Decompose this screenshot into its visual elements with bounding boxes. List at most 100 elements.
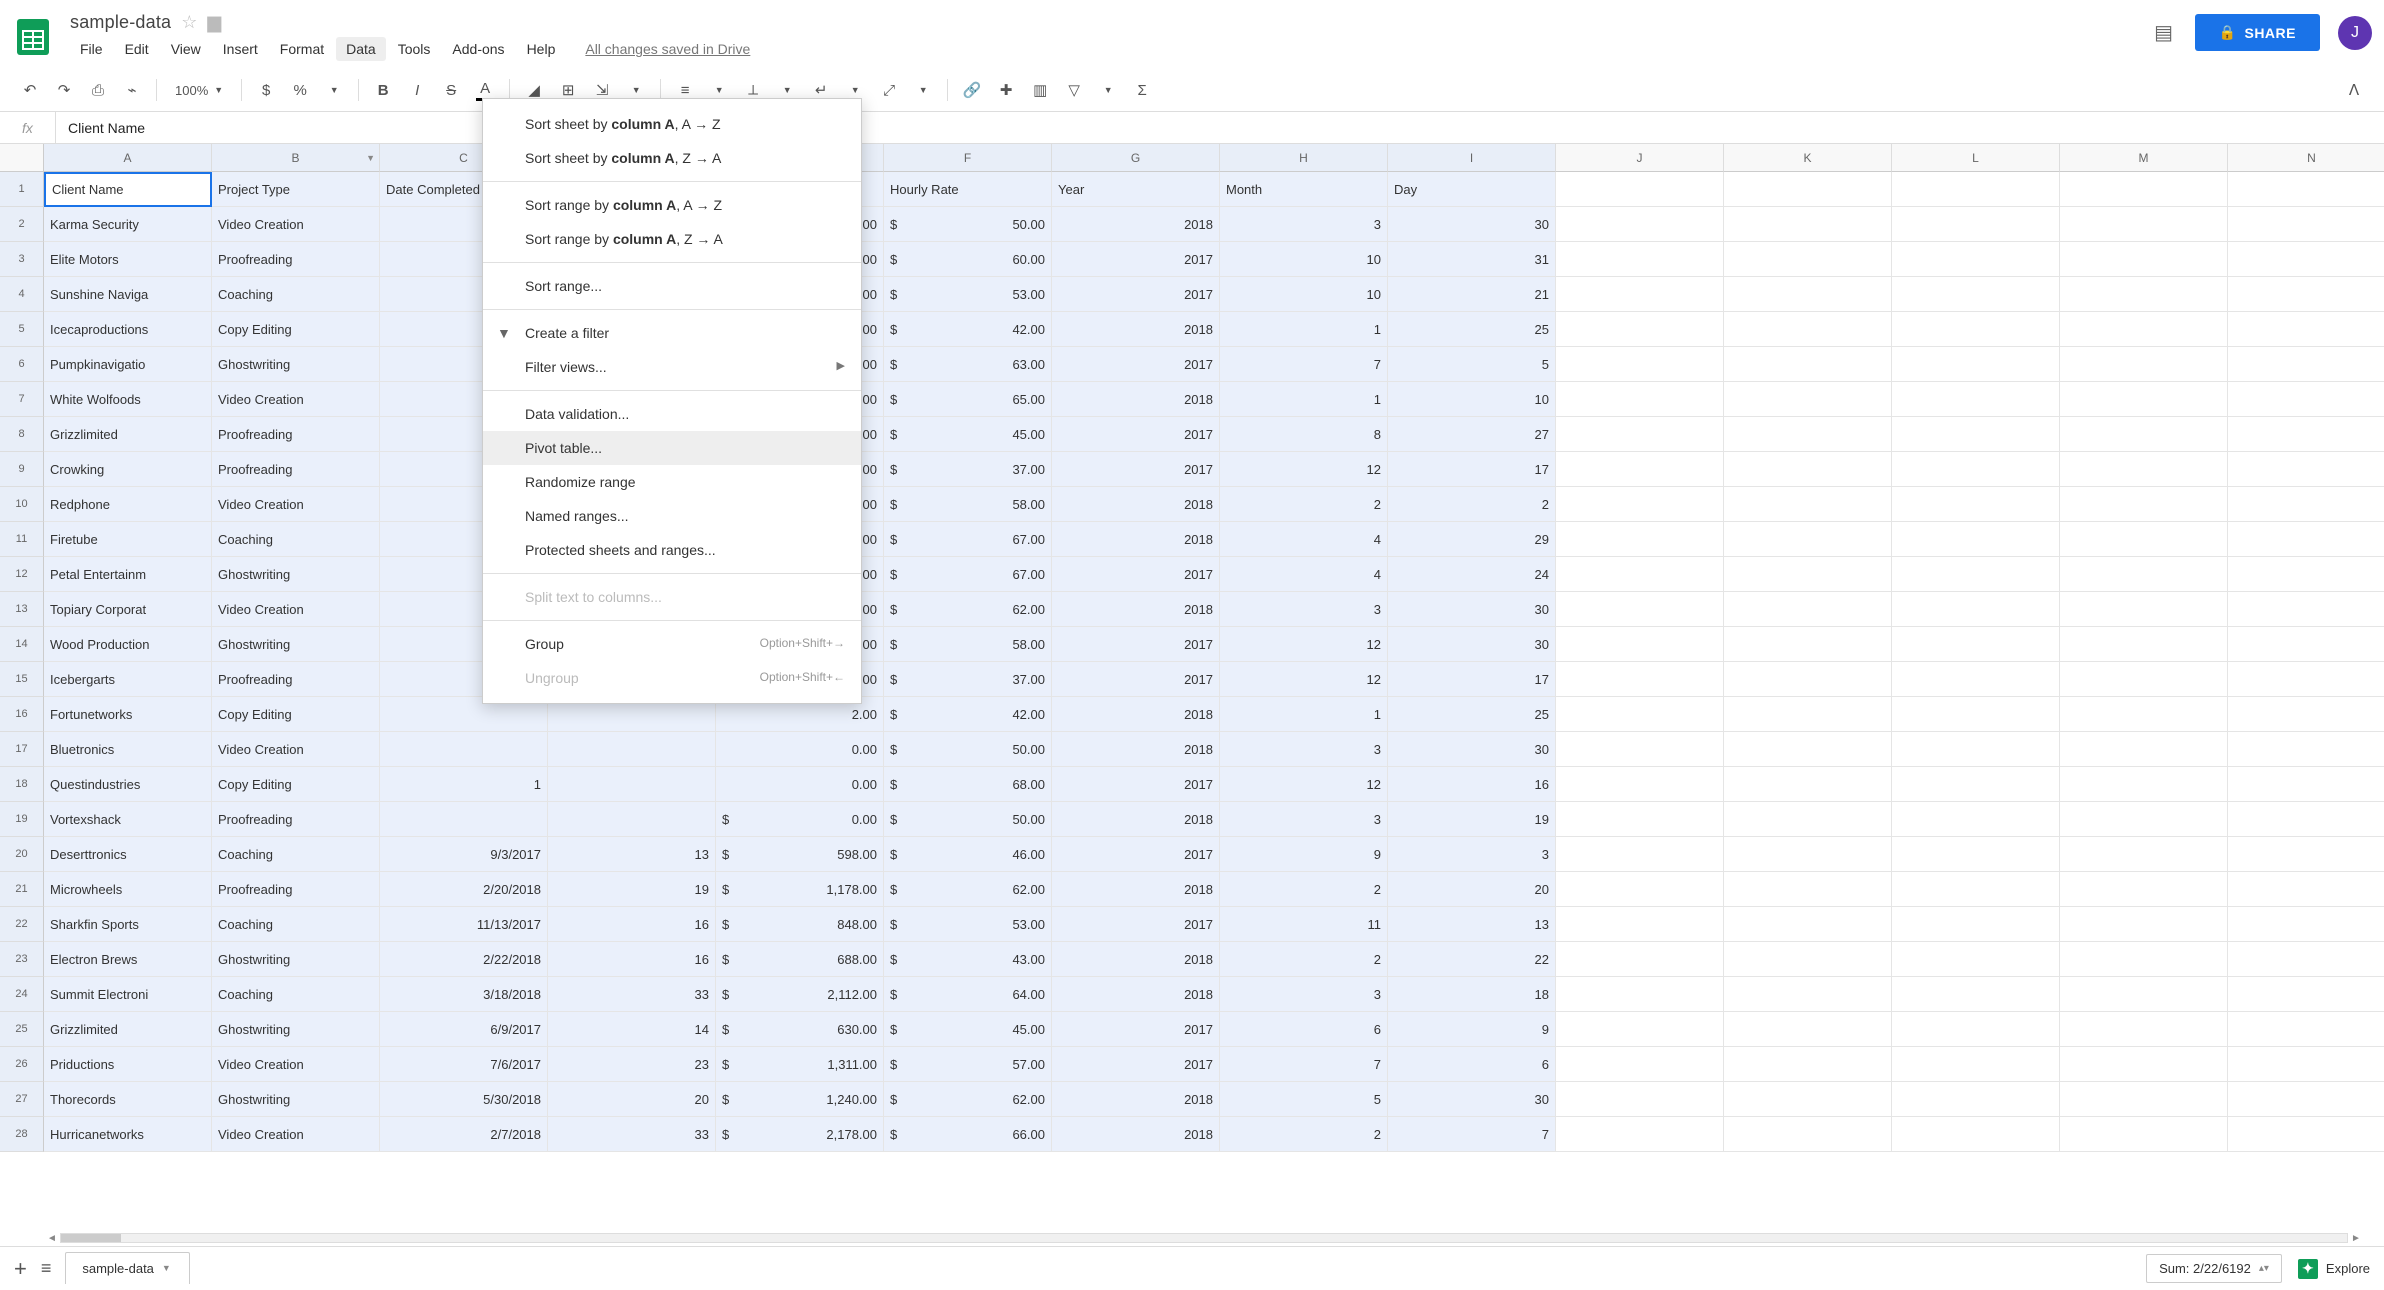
rotate-button[interactable]: ⤢ bbox=[873, 75, 905, 105]
cell[interactable] bbox=[2228, 1047, 2384, 1082]
col-header-I[interactable]: I bbox=[1388, 144, 1556, 172]
cell[interactable] bbox=[2228, 1082, 2384, 1117]
cell[interactable]: Proofreading bbox=[212, 662, 380, 697]
row-header-6[interactable]: 6 bbox=[0, 347, 44, 382]
cell[interactable]: $630.00 bbox=[716, 1012, 884, 1047]
cell[interactable]: 18 bbox=[1388, 977, 1556, 1012]
row-header-28[interactable]: 28 bbox=[0, 1117, 44, 1152]
cell[interactable]: 2 bbox=[1388, 487, 1556, 522]
cell[interactable]: Icebergarts bbox=[44, 662, 212, 697]
cell[interactable] bbox=[2228, 417, 2384, 452]
cell[interactable]: 33 bbox=[548, 1117, 716, 1152]
cell[interactable]: 6 bbox=[1388, 1047, 1556, 1082]
cell[interactable]: 20 bbox=[1388, 872, 1556, 907]
cell[interactable] bbox=[2228, 697, 2384, 732]
cell[interactable] bbox=[2060, 592, 2228, 627]
cell[interactable]: $688.00 bbox=[716, 942, 884, 977]
cell[interactable] bbox=[1892, 767, 2060, 802]
cell[interactable]: 9 bbox=[1388, 1012, 1556, 1047]
cell[interactable] bbox=[1724, 207, 1892, 242]
col-header-F[interactable]: F bbox=[884, 144, 1052, 172]
redo-button[interactable]: ↷ bbox=[48, 75, 80, 105]
cell[interactable]: Vortexshack bbox=[44, 802, 212, 837]
cell[interactable]: 20 bbox=[548, 1082, 716, 1117]
cell[interactable] bbox=[2228, 662, 2384, 697]
cell[interactable] bbox=[1724, 487, 1892, 522]
doc-title[interactable]: sample-data bbox=[70, 12, 171, 33]
cell[interactable]: Video Creation bbox=[212, 487, 380, 522]
row-header-4[interactable]: 4 bbox=[0, 277, 44, 312]
menu-help[interactable]: Help bbox=[517, 37, 566, 61]
cell[interactable]: $58.00 bbox=[884, 627, 1052, 662]
cell[interactable]: 13 bbox=[548, 837, 716, 872]
cell[interactable] bbox=[2228, 802, 2384, 837]
cell[interactable]: $37.00 bbox=[884, 662, 1052, 697]
formula-input[interactable]: Client Name bbox=[56, 120, 2384, 136]
cell[interactable] bbox=[2228, 627, 2384, 662]
collapse-toolbar-button[interactable]: ᐱ bbox=[2338, 75, 2370, 105]
row-header-20[interactable]: 20 bbox=[0, 837, 44, 872]
filter-dd[interactable]: ▼ bbox=[1092, 75, 1124, 105]
cell[interactable]: 2018 bbox=[1052, 977, 1220, 1012]
cell[interactable]: 3 bbox=[1220, 207, 1388, 242]
row-header-25[interactable]: 25 bbox=[0, 1012, 44, 1047]
row-header-16[interactable]: 16 bbox=[0, 697, 44, 732]
cell[interactable]: 3 bbox=[1220, 802, 1388, 837]
cell[interactable] bbox=[1724, 277, 1892, 312]
cell[interactable] bbox=[1556, 1117, 1724, 1152]
menu-item[interactable]: Named ranges... bbox=[483, 499, 861, 533]
cell[interactable] bbox=[1724, 1117, 1892, 1152]
cell[interactable] bbox=[1556, 872, 1724, 907]
cell[interactable] bbox=[548, 732, 716, 767]
menu-tools[interactable]: Tools bbox=[388, 37, 441, 61]
cell[interactable]: $37.00 bbox=[884, 452, 1052, 487]
cell[interactable]: 7 bbox=[1388, 1117, 1556, 1152]
cell[interactable]: $62.00 bbox=[884, 872, 1052, 907]
cell[interactable] bbox=[2060, 522, 2228, 557]
cell[interactable] bbox=[2228, 837, 2384, 872]
cell[interactable]: Petal Entertainm bbox=[44, 557, 212, 592]
menu-item[interactable]: Create a filter▼ bbox=[483, 316, 861, 350]
cell[interactable] bbox=[1724, 767, 1892, 802]
cell[interactable] bbox=[2060, 872, 2228, 907]
cell[interactable]: Proofreading bbox=[212, 417, 380, 452]
cell[interactable] bbox=[2228, 452, 2384, 487]
cell[interactable]: $43.00 bbox=[884, 942, 1052, 977]
cell[interactable]: Deserttronics bbox=[44, 837, 212, 872]
row-header-2[interactable]: 2 bbox=[0, 207, 44, 242]
row-header-24[interactable]: 24 bbox=[0, 977, 44, 1012]
cell[interactable] bbox=[1724, 522, 1892, 557]
cell[interactable]: 30 bbox=[1388, 207, 1556, 242]
cell[interactable] bbox=[1556, 487, 1724, 522]
cell[interactable] bbox=[1556, 802, 1724, 837]
cell[interactable] bbox=[2060, 802, 2228, 837]
cell[interactable]: 2018 bbox=[1052, 732, 1220, 767]
cell[interactable]: 2017 bbox=[1052, 557, 1220, 592]
cell[interactable]: 2017 bbox=[1052, 1012, 1220, 1047]
cell[interactable]: Hourly Rate bbox=[884, 172, 1052, 207]
cell[interactable] bbox=[1556, 522, 1724, 557]
cell[interactable] bbox=[2060, 557, 2228, 592]
cell[interactable]: 25 bbox=[1388, 697, 1556, 732]
row-header-1[interactable]: 1 bbox=[0, 172, 44, 207]
cell[interactable]: 14 bbox=[548, 1012, 716, 1047]
cell[interactable] bbox=[1892, 1117, 2060, 1152]
cell[interactable] bbox=[2060, 487, 2228, 522]
cell[interactable]: 3 bbox=[1220, 977, 1388, 1012]
cell[interactable]: $53.00 bbox=[884, 907, 1052, 942]
cell[interactable]: Electron Brews bbox=[44, 942, 212, 977]
cell[interactable]: 1 bbox=[1220, 312, 1388, 347]
cell[interactable] bbox=[1724, 872, 1892, 907]
cell[interactable]: 2018 bbox=[1052, 697, 1220, 732]
cell[interactable] bbox=[1556, 592, 1724, 627]
menu-item[interactable]: Pivot table... bbox=[483, 431, 861, 465]
cell[interactable] bbox=[1724, 312, 1892, 347]
cell[interactable]: 2017 bbox=[1052, 347, 1220, 382]
cell[interactable]: Video Creation bbox=[212, 592, 380, 627]
cell[interactable]: 3 bbox=[1388, 837, 1556, 872]
cell[interactable]: 4 bbox=[1220, 557, 1388, 592]
cell[interactable] bbox=[2060, 697, 2228, 732]
cell[interactable] bbox=[1892, 837, 2060, 872]
cell[interactable] bbox=[2228, 767, 2384, 802]
cell[interactable] bbox=[1556, 977, 1724, 1012]
